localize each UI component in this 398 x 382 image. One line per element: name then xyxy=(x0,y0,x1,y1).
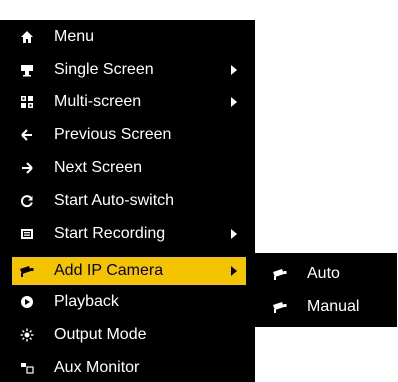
submenu-item-label: Manual xyxy=(307,298,360,315)
menu-item-label: Add IP Camera xyxy=(54,262,164,279)
submenu-arrow-icon xyxy=(231,266,237,276)
multi-screen-icon xyxy=(16,91,38,113)
menu-item-single-screen[interactable]: Single Screen xyxy=(12,56,246,84)
submenu-item-label: Auto xyxy=(307,265,340,282)
menu-item-label: Next Screen xyxy=(54,159,143,176)
menu-item-label: Playback xyxy=(54,293,119,310)
stage: Menu Single Screen Multi-screen Previous… xyxy=(0,0,398,382)
aux-monitor-icon xyxy=(16,357,38,379)
menu-item-start-recording[interactable]: Start Recording xyxy=(12,220,246,248)
menu-item-aux-monitor[interactable]: Aux Monitor xyxy=(12,354,246,382)
output-mode-icon xyxy=(16,324,38,346)
camera-icon xyxy=(269,296,291,318)
submenu-arrow-icon xyxy=(231,65,237,75)
menu-item-playback[interactable]: Playback xyxy=(12,288,246,316)
menu-item-next-screen[interactable]: Next Screen xyxy=(12,154,246,182)
menu-item-label: Single Screen xyxy=(54,61,154,78)
context-menu: Menu Single Screen Multi-screen Previous… xyxy=(0,20,255,382)
menu-item-label: Previous Screen xyxy=(54,126,172,143)
arrow-left-icon xyxy=(16,124,38,146)
menu-item-add-ip-camera[interactable]: Add IP Camera xyxy=(12,257,246,285)
submenu-item-manual[interactable]: Manual xyxy=(255,291,397,323)
menu-item-menu[interactable]: Menu xyxy=(12,23,246,51)
menu-item-label: Output Mode xyxy=(54,326,147,343)
submenu-arrow-icon xyxy=(231,97,237,107)
monitor-icon xyxy=(16,59,38,81)
record-icon xyxy=(16,223,38,245)
menu-item-start-auto-switch[interactable]: Start Auto-switch xyxy=(12,187,246,215)
home-icon xyxy=(16,26,38,48)
menu-item-label: Menu xyxy=(54,28,95,45)
menu-item-label: Start Auto-switch xyxy=(54,192,175,209)
refresh-icon xyxy=(16,190,38,212)
menu-item-label: Aux Monitor xyxy=(54,359,140,376)
submenu-item-auto[interactable]: Auto xyxy=(255,258,397,290)
submenu-arrow-icon xyxy=(231,229,237,239)
menu-item-previous-screen[interactable]: Previous Screen xyxy=(12,121,246,149)
arrow-right-icon xyxy=(16,157,38,179)
menu-item-output-mode[interactable]: Output Mode xyxy=(12,321,246,349)
menu-item-label: Start Recording xyxy=(54,225,166,242)
camera-icon xyxy=(16,260,38,282)
add-ip-camera-submenu: Auto Manual xyxy=(255,253,397,327)
camera-icon xyxy=(269,263,291,285)
menu-item-multi-screen[interactable]: Multi-screen xyxy=(12,88,246,116)
menu-item-label: Multi-screen xyxy=(54,93,142,110)
playback-icon xyxy=(16,291,38,313)
